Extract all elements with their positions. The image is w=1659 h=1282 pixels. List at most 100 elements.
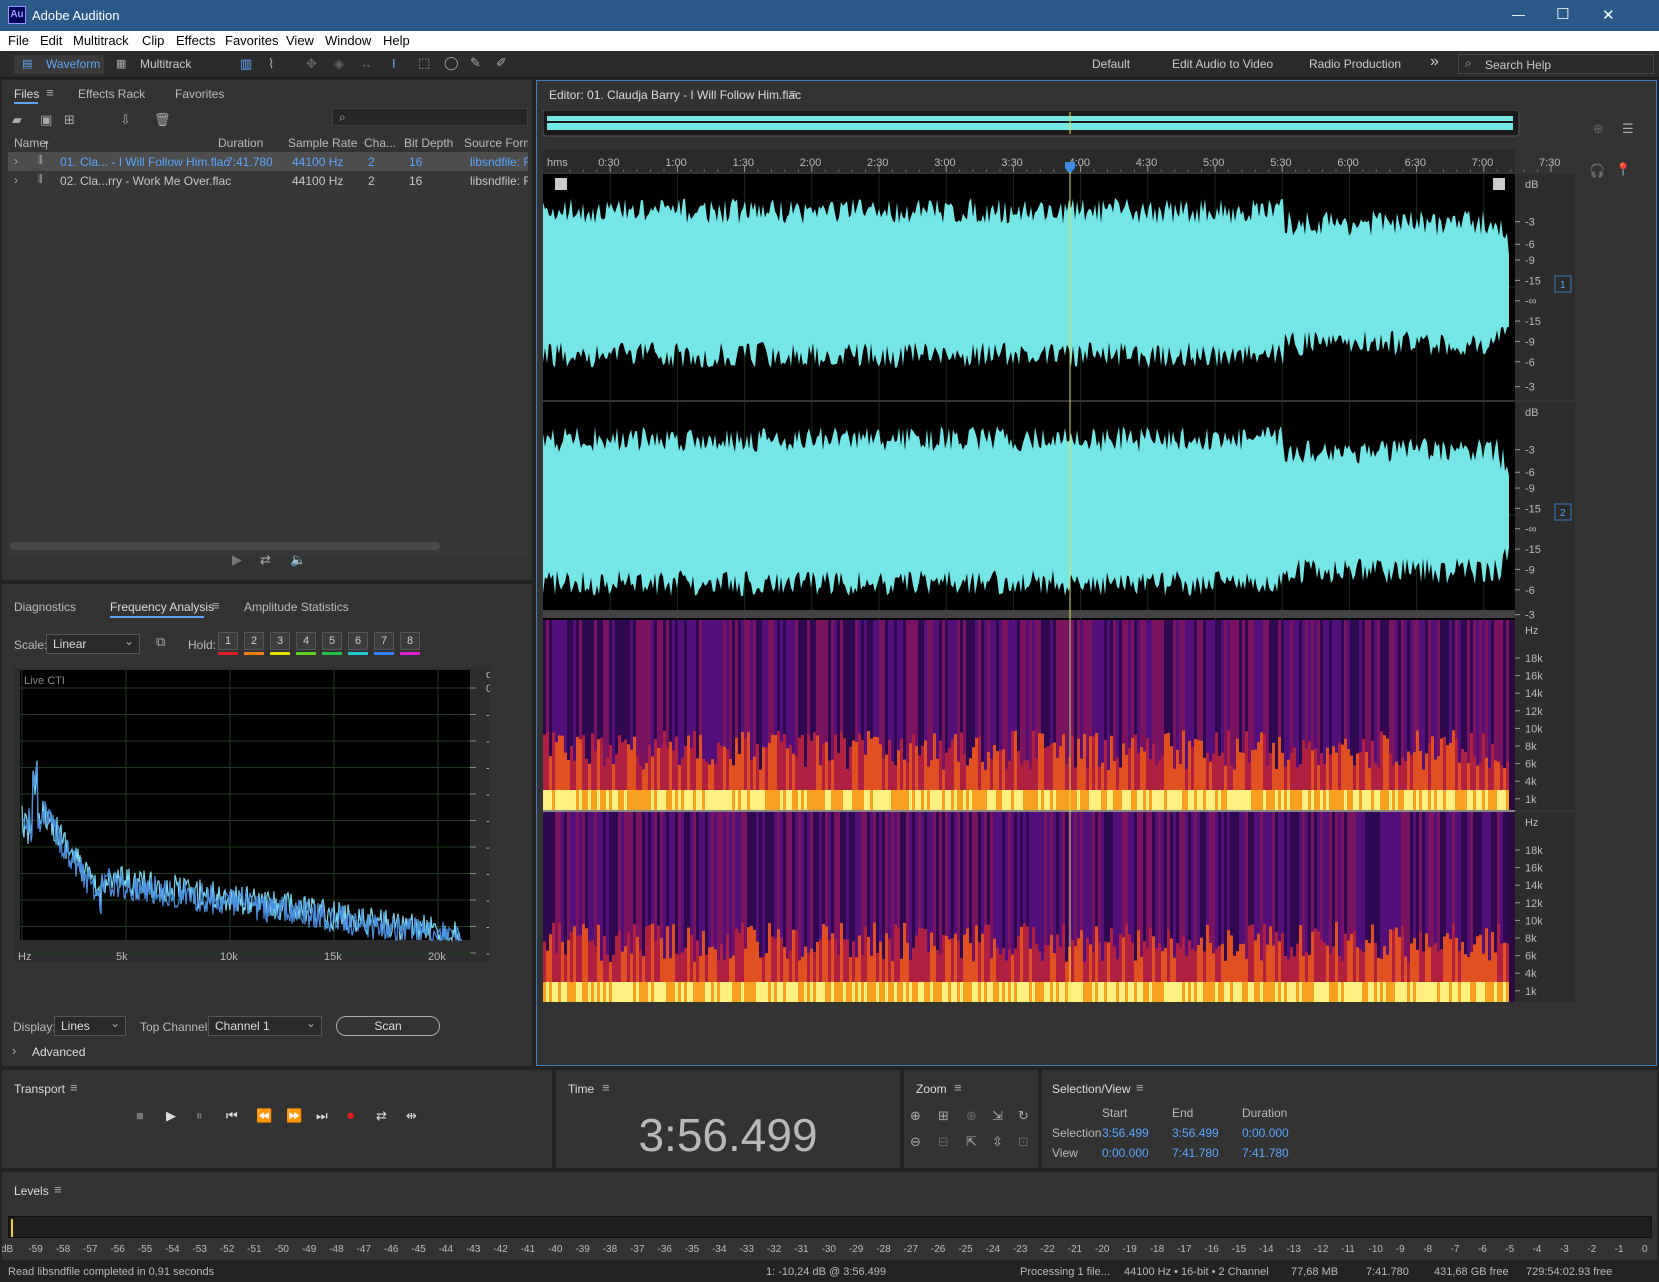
horizontal-scrollbar[interactable]	[10, 542, 440, 550]
rewind-icon[interactable]: ⏪	[256, 1108, 272, 1124]
insert-into-icon[interactable]: ⇩	[120, 112, 131, 128]
view-end[interactable]: 7:41.780	[1172, 1146, 1219, 1160]
tab-favorites[interactable]: Favorites	[175, 87, 224, 101]
more-workspaces-button[interactable]: »	[1430, 53, 1439, 71]
panel-menu-icon[interactable]: ≡	[789, 86, 797, 101]
panel-menu-icon[interactable]: ≡	[46, 85, 54, 100]
spectral-frequency-icon[interactable]: ▥	[240, 56, 252, 72]
time-selection-tool-icon[interactable]: I	[392, 56, 396, 71]
waveform-view-button[interactable]: ▤ Waveform	[14, 55, 104, 74]
display-dropdown[interactable]: Lines	[54, 1016, 126, 1036]
menu-view[interactable]: View	[286, 33, 314, 48]
zoom-out-amplitude-icon[interactable]: ⊖	[910, 1134, 921, 1150]
col-source-format[interactable]: Source Form	[464, 136, 528, 150]
brush-tool-icon[interactable]: ✎	[470, 55, 481, 71]
advanced-toggle[interactable]: Advanced	[32, 1045, 85, 1059]
spot-healing-tool-icon[interactable]: ✐	[496, 55, 507, 71]
marquee-tool-icon[interactable]: ⬚	[418, 55, 430, 71]
selection-end[interactable]: 3:56.499	[1172, 1126, 1219, 1140]
panel-menu-icon[interactable]: ≡	[54, 1182, 62, 1197]
advanced-chevron-icon[interactable]: ›	[12, 1043, 16, 1058]
table-row[interactable]: › ⫼ 02. Cla...rry - Work Me Over.flac 44…	[8, 171, 528, 190]
new-file-icon[interactable]: ⊞	[64, 112, 75, 128]
menu-file[interactable]: File	[8, 33, 29, 48]
multitrack-view-button[interactable]: ▦ Multitrack	[110, 55, 200, 74]
search-help-field[interactable]: ⌕ Search Help	[1458, 54, 1654, 74]
tab-effects-rack[interactable]: Effects Rack	[78, 87, 145, 101]
editor-canvas[interactable]: hms 0:30 1:00 1:30 2:00 2:30 3:00 3:30 4:00 4:30 5…	[543, 110, 1643, 1050]
close-button[interactable]: ✕	[1602, 6, 1615, 24]
zoom-out-time-icon[interactable]: ⊟	[938, 1134, 949, 1150]
zoom-in-amplitude-icon[interactable]: ⊕	[910, 1108, 921, 1124]
autoplay-icon[interactable]: 🔈	[290, 552, 306, 568]
file-filter-input[interactable]: ⌕	[332, 108, 528, 126]
tab-files[interactable]: Files	[14, 87, 39, 101]
hold-button-6[interactable]: 6	[348, 632, 368, 650]
zoom-selection-both-icon[interactable]: ⇳	[992, 1134, 1003, 1150]
hold-button-4[interactable]: 4	[296, 632, 316, 650]
record-icon[interactable]: ●	[346, 1107, 355, 1124]
pause-icon[interactable]: ⏸	[196, 1108, 203, 1124]
scale-dropdown[interactable]: Linear	[46, 634, 140, 654]
maximize-button[interactable]: ☐	[1556, 5, 1569, 23]
skip-selection-icon[interactable]: ⇹	[406, 1108, 417, 1124]
fast-forward-icon[interactable]: ⏩	[286, 1108, 302, 1124]
zoom-in-time-icon[interactable]: ⊞	[938, 1108, 949, 1124]
hold-button-1[interactable]: 1	[218, 632, 238, 650]
play-preview-icon[interactable]: ▶	[232, 552, 242, 568]
copy-icon[interactable]: ⧉	[156, 634, 165, 650]
delete-icon[interactable]: 🗑	[154, 112, 171, 128]
selection-duration[interactable]: 0:00.000	[1242, 1126, 1289, 1140]
import-file-icon[interactable]: ▣	[40, 112, 52, 128]
tab-diagnostics[interactable]: Diagnostics	[14, 600, 76, 614]
tab-amplitude-statistics[interactable]: Amplitude Statistics	[244, 600, 349, 614]
workspace-default[interactable]: Default	[1092, 57, 1130, 71]
menu-effects[interactable]: Effects	[176, 33, 216, 48]
panel-menu-icon[interactable]: ≡	[70, 1080, 78, 1095]
spectrum-graph[interactable]: Live CTIdB0-10-20-30-40-50-60-70-80-90-1…	[14, 668, 490, 962]
skip-to-start-icon[interactable]: ⏮	[226, 1108, 238, 1124]
top-channel-dropdown[interactable]: Channel 1	[208, 1016, 322, 1036]
col-sample-rate[interactable]: Sample Rate	[288, 136, 357, 150]
open-file-icon[interactable]: ▰	[12, 112, 22, 128]
minimize-button[interactable]: —	[1512, 7, 1525, 22]
zoom-to-selection-icon[interactable]: ⇲	[992, 1108, 1003, 1124]
panel-menu-icon[interactable]: ≡	[1136, 1080, 1144, 1095]
table-row[interactable]: › ⫼ 01. Cla... - I Will Follow Him.flac …	[8, 152, 528, 171]
expand-chevron-icon[interactable]: ›	[14, 173, 18, 187]
scan-button[interactable]: Scan	[336, 1016, 440, 1036]
menu-edit[interactable]: Edit	[40, 33, 62, 48]
zoom-in-out-disabled-icon[interactable]: ⊕	[966, 1108, 977, 1124]
play-icon[interactable]: ▶	[166, 1108, 176, 1124]
razor-tool-icon[interactable]: ◈	[334, 56, 344, 72]
hold-button-5[interactable]: 5	[322, 632, 342, 650]
view-start[interactable]: 0:00.000	[1102, 1146, 1149, 1160]
skip-to-end-icon[interactable]: ⏭	[316, 1108, 328, 1124]
lasso-tool-icon[interactable]: ◯	[444, 55, 459, 71]
zoom-reset-icon[interactable]: ↻	[1018, 1108, 1029, 1124]
expand-chevron-icon[interactable]: ›	[14, 154, 18, 168]
stop-icon[interactable]: ■	[136, 1108, 144, 1123]
hold-button-3[interactable]: 3	[270, 632, 290, 650]
spectral-pitch-icon[interactable]: ⌇	[268, 56, 274, 72]
selection-start[interactable]: 3:56.499	[1102, 1126, 1149, 1140]
panel-menu-icon[interactable]: ≡	[954, 1080, 962, 1095]
panel-menu-icon[interactable]: ≡	[602, 1080, 610, 1095]
loop-preview-icon[interactable]: ⇄	[260, 552, 271, 568]
workspace-radio-production[interactable]: Radio Production	[1309, 57, 1401, 71]
hold-button-2[interactable]: 2	[244, 632, 264, 650]
view-duration[interactable]: 7:41.780	[1242, 1146, 1289, 1160]
hold-button-8[interactable]: 8	[400, 632, 420, 650]
menu-multitrack[interactable]: Multitrack	[73, 33, 129, 48]
slip-tool-icon[interactable]: ↔	[360, 56, 373, 71]
col-name[interactable]: Name	[14, 136, 46, 150]
menu-favorites[interactable]: Favorites	[225, 33, 278, 48]
hold-button-7[interactable]: 7	[374, 632, 394, 650]
col-channels[interactable]: Cha...	[364, 136, 396, 150]
menu-window[interactable]: Window	[325, 33, 371, 48]
move-tool-icon[interactable]: ✥	[306, 56, 317, 72]
col-bit-depth[interactable]: Bit Depth	[404, 136, 453, 150]
tab-frequency-analysis[interactable]: Frequency Analysis	[110, 600, 214, 614]
zoom-selection-left-icon[interactable]: ⇱	[966, 1134, 977, 1150]
loop-icon[interactable]: ⇄	[376, 1108, 387, 1124]
